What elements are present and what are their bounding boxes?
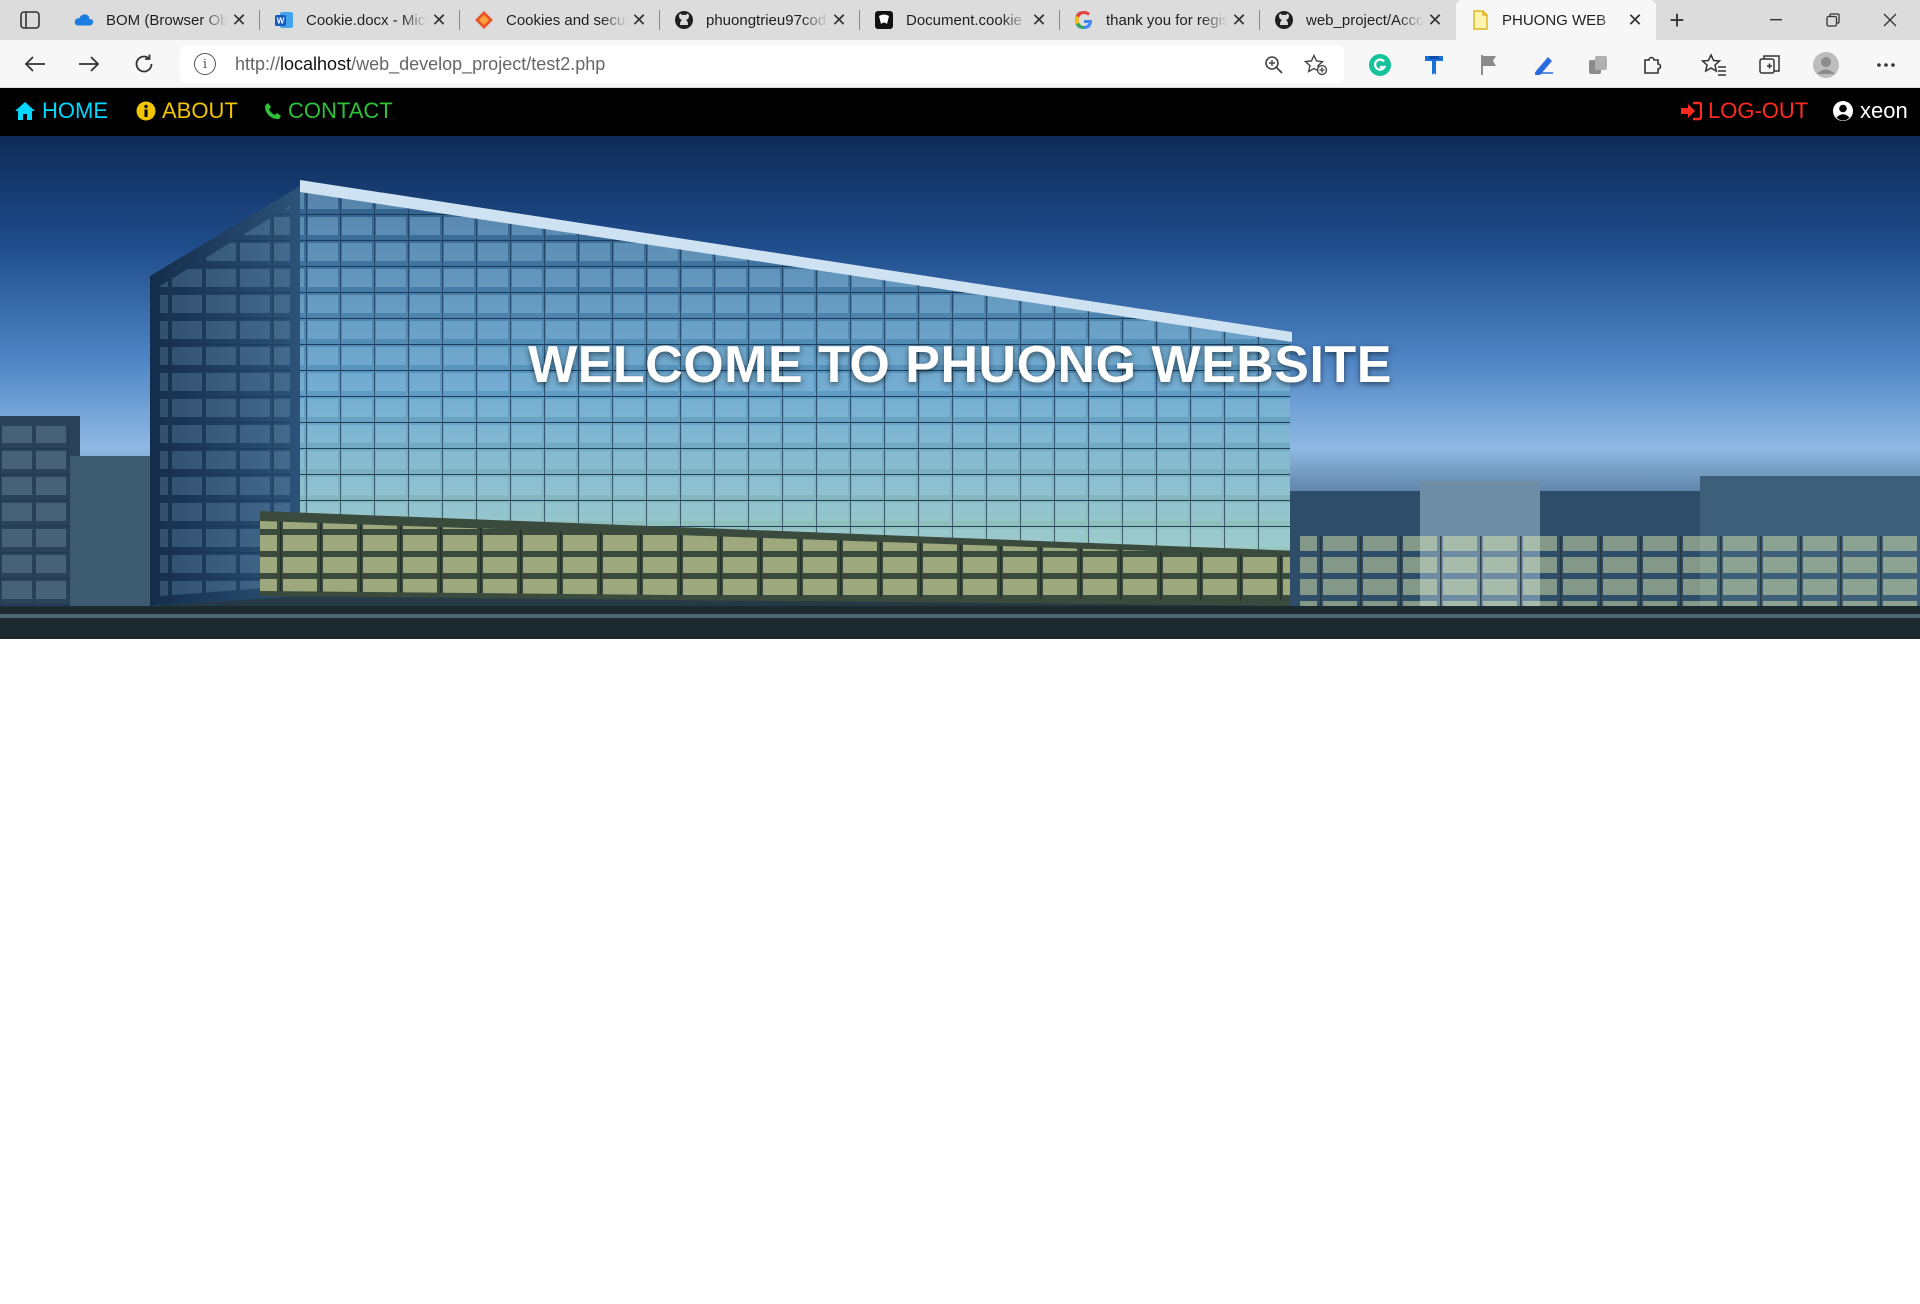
browser-tab[interactable]: thank you for registering ✕ bbox=[1060, 0, 1260, 40]
arrow-left-icon bbox=[24, 56, 45, 72]
nav-user-label: xeon bbox=[1860, 98, 1908, 123]
hero-banner: WELCOME TO PHUONG WEBSITE bbox=[0, 136, 1920, 639]
tab-title: phuongtrieu97coder bbox=[706, 11, 828, 29]
site-navbar: HOME ABOUT CONTACT LOG-OUT xeon bbox=[0, 88, 1920, 136]
refresh-button[interactable] bbox=[125, 46, 163, 82]
tab-title: Cookies and security bbox=[506, 11, 628, 29]
zoom-icon[interactable] bbox=[1262, 53, 1286, 77]
browser-tab[interactable]: web_project/Account ✕ bbox=[1260, 0, 1456, 40]
pen-extension-icon[interactable] bbox=[1530, 51, 1558, 79]
sign-in-icon bbox=[1680, 101, 1702, 121]
onedrive-cloud-icon bbox=[74, 10, 94, 30]
browser-tab[interactable]: Document.cookie ✕ bbox=[860, 0, 1060, 40]
url-host: localhost bbox=[280, 54, 352, 74]
nav-about-link[interactable]: ABOUT bbox=[136, 98, 238, 124]
site-info-icon[interactable]: i bbox=[194, 53, 216, 75]
tab-title: web_project/Account bbox=[1306, 11, 1424, 29]
tab-title: PHUONG WEB bbox=[1502, 11, 1607, 29]
browser-tab[interactable]: BOM (Browser Object Model) ✕ bbox=[60, 0, 260, 40]
orange-logo-icon bbox=[474, 10, 494, 30]
grammarly-extension-icon[interactable] bbox=[1366, 51, 1394, 79]
collections-icon[interactable] bbox=[1756, 51, 1784, 79]
nav-home-label: HOME bbox=[42, 98, 108, 123]
browser-tab[interactable]: phuongtrieu97coder ✕ bbox=[660, 0, 860, 40]
close-tab-icon[interactable]: ✕ bbox=[1624, 9, 1646, 31]
browser-tab-active[interactable]: PHUONG WEB ✕ bbox=[1456, 0, 1656, 40]
nav-home-link[interactable]: HOME bbox=[14, 98, 108, 124]
tab-title: Cookie.docx - Microsoft Word bbox=[306, 11, 428, 29]
more-options-icon[interactable] bbox=[1872, 51, 1900, 79]
url-scheme: http:// bbox=[235, 54, 281, 74]
nav-logout-label: LOG-OUT bbox=[1708, 98, 1809, 123]
browser-toolbar: i http://localhost/web_develop_project/t… bbox=[0, 40, 1920, 88]
minimize-button[interactable] bbox=[1748, 0, 1804, 40]
address-bar[interactable]: i http://localhost/web_develop_project/t… bbox=[180, 45, 1344, 83]
browser-tab[interactable]: W Cookie.docx - Microsoft Word ✕ bbox=[260, 0, 460, 40]
tab-actions-button[interactable] bbox=[12, 6, 48, 34]
info-circle-icon bbox=[136, 101, 156, 121]
nav-contact-label: CONTACT bbox=[288, 98, 393, 123]
close-tab-icon[interactable]: ✕ bbox=[1228, 9, 1250, 31]
word-icon: W bbox=[274, 10, 294, 30]
add-favorite-icon[interactable] bbox=[1304, 53, 1328, 77]
extensions-puzzle-icon[interactable] bbox=[1639, 51, 1667, 79]
nav-logout-link[interactable]: LOG-OUT bbox=[1680, 98, 1808, 124]
restore-button[interactable] bbox=[1805, 0, 1861, 40]
favorites-icon[interactable] bbox=[1700, 51, 1728, 79]
forward-button[interactable] bbox=[70, 46, 108, 82]
copy-extension-icon[interactable] bbox=[1584, 51, 1612, 79]
user-circle-icon bbox=[1832, 100, 1854, 122]
close-tab-icon[interactable]: ✕ bbox=[828, 9, 850, 31]
url-path: /web_develop_project/test2.php bbox=[351, 54, 606, 74]
shield-extension-icon[interactable] bbox=[1420, 51, 1448, 79]
github-icon bbox=[674, 10, 694, 30]
github-icon bbox=[1274, 10, 1294, 30]
refresh-icon bbox=[135, 54, 153, 73]
arrow-right-icon bbox=[79, 56, 100, 72]
nav-contact-link[interactable]: CONTACT bbox=[264, 98, 393, 124]
hero-title: WELCOME TO PHUONG WEBSITE bbox=[528, 336, 1392, 394]
close-tab-icon[interactable]: ✕ bbox=[428, 9, 450, 31]
tab-title: Document.cookie bbox=[906, 11, 1022, 29]
close-tab-icon[interactable]: ✕ bbox=[228, 9, 250, 31]
phone-icon bbox=[264, 102, 282, 120]
home-icon bbox=[14, 101, 36, 121]
back-button[interactable] bbox=[16, 46, 54, 82]
google-icon bbox=[1074, 10, 1094, 30]
nav-about-label: ABOUT bbox=[162, 98, 238, 123]
minimize-icon bbox=[1770, 19, 1782, 21]
tab-title: thank you for registering bbox=[1106, 11, 1228, 29]
close-tab-icon[interactable]: ✕ bbox=[1028, 9, 1050, 31]
close-window-button[interactable] bbox=[1862, 0, 1918, 40]
close-tab-icon[interactable]: ✕ bbox=[628, 9, 650, 31]
close-tab-icon[interactable]: ✕ bbox=[1424, 9, 1446, 31]
profile-avatar-icon[interactable] bbox=[1812, 51, 1840, 79]
browser-tab-strip: BOM (Browser Object Model) ✕ W Cookie.do… bbox=[0, 0, 1920, 40]
address-url[interactable]: http://localhost/web_develop_project/tes… bbox=[235, 54, 605, 75]
browser-tab[interactable]: Cookies and security ✕ bbox=[460, 0, 660, 40]
restore-icon bbox=[1826, 13, 1840, 27]
page-icon bbox=[1470, 10, 1490, 30]
tab-title: BOM (Browser Object Model) bbox=[106, 11, 228, 29]
dark-logo-icon bbox=[874, 10, 894, 30]
close-icon bbox=[1883, 13, 1897, 27]
flag-extension-icon[interactable] bbox=[1475, 51, 1503, 79]
new-tab-button[interactable]: + bbox=[1660, 5, 1694, 35]
tab-actions-icon bbox=[20, 11, 40, 29]
nav-user-link[interactable]: xeon bbox=[1832, 98, 1908, 124]
svg-text:W: W bbox=[277, 17, 285, 26]
